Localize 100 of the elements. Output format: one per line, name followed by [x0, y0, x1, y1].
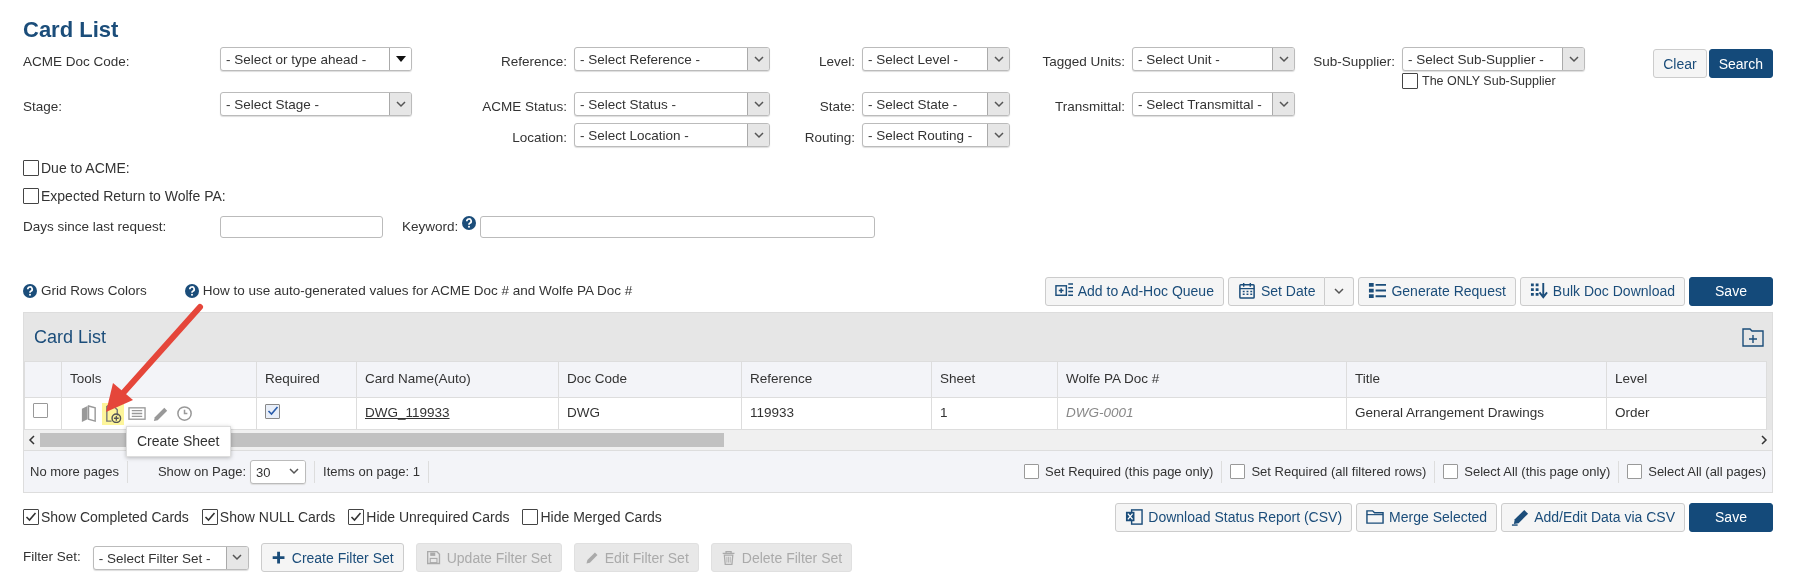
checkbox-label: Show NULL Cards — [219, 507, 336, 527]
dropdown[interactable]: - Select State - — [862, 92, 1010, 116]
filter-label: Reference: — [499, 53, 567, 71]
checkbox-label: Select All (all pages) — [1648, 462, 1766, 481]
row-checkbox[interactable] — [33, 402, 48, 418]
input-field[interactable] — [480, 216, 876, 238]
column-header: Card Name(Auto) — [365, 371, 471, 387]
save-button[interactable]: Save — [1689, 276, 1773, 306]
dropdown[interactable]: - Select Stage - — [220, 92, 412, 116]
table-cell: Order — [1615, 405, 1650, 421]
dropdown[interactable]: - Select or type ahead - — [220, 47, 412, 71]
checkbox[interactable] — [1024, 464, 1039, 479]
checkbox-label: Hide Merged Cards — [540, 507, 662, 527]
page-size-label: Show on Page: — [157, 462, 247, 481]
checkbox-label: Set Required (all filtered rows) — [1251, 462, 1427, 481]
checkbox-label: Expected Return to Wolfe PA: — [41, 186, 226, 206]
chevron-down-icon — [395, 100, 406, 108]
dropdown[interactable]: - Select Transmittal - — [1132, 92, 1295, 116]
toolbar-button[interactable]: Download Status Report (CSV) — [1115, 502, 1353, 532]
clear-button[interactable]: Clear — [1653, 49, 1707, 78]
filter-label: State: — [818, 98, 855, 116]
checkbox[interactable] — [23, 160, 39, 176]
toolbar-button[interactable]: Add/Edit Data via CSV — [1501, 502, 1685, 532]
input-field[interactable] — [220, 216, 383, 238]
pager-status: No more pages — [30, 462, 119, 481]
pencil-icon — [1511, 508, 1530, 526]
page-size-dropdown[interactable]: 30 — [250, 459, 307, 484]
chevron-down-icon — [232, 554, 243, 561]
dropdown[interactable]: - Select Unit - — [1132, 47, 1295, 71]
toolbar-button[interactable]: Add to Ad-Hoc Queue — [1044, 276, 1224, 306]
checkbox[interactable] — [23, 188, 39, 204]
dropdown[interactable]: - Select Level - — [862, 47, 1010, 71]
checkbox-label: Set Required (this page only) — [1045, 462, 1214, 481]
save-button[interactable]: Save — [1689, 502, 1773, 532]
add-folder-icon[interactable] — [1742, 327, 1764, 347]
chevron-down-icon — [289, 468, 300, 475]
column-header: Sheet — [940, 371, 976, 387]
table-cell: DWG-0001 — [1066, 405, 1134, 421]
checkbox[interactable] — [1627, 464, 1643, 479]
dropdown[interactable]: - Select Status - — [574, 92, 770, 116]
help-icon — [184, 284, 199, 298]
checkbox[interactable] — [1443, 464, 1459, 479]
chevron-down-icon — [1278, 55, 1289, 63]
search-button[interactable]: Search — [1708, 49, 1773, 78]
checkbox[interactable] — [265, 403, 280, 419]
checkbox-label: The ONLY Sub-Supplier — [1422, 73, 1556, 90]
chevron-down-icon — [753, 55, 764, 63]
checkbox-label: Select All (this page only) — [1464, 462, 1611, 481]
toolbar-button[interactable]: Merge Selected — [1356, 502, 1498, 532]
list-icon — [1368, 282, 1387, 300]
trash-icon — [720, 549, 737, 566]
dropdown[interactable]: - Select Sub-Supplier - — [1402, 47, 1585, 71]
field-label: Keyword: — [402, 217, 459, 236]
dropdown[interactable]: - Select Routing - — [862, 123, 1010, 147]
filter-label: Tagged Units: — [1041, 53, 1125, 71]
toolbar-button[interactable]: Set Date — [1227, 276, 1326, 306]
column-header: Tools — [70, 371, 102, 387]
table-cell: DWG — [567, 405, 600, 421]
horizontal-scrollbar[interactable] — [24, 430, 1772, 450]
help-icon — [462, 216, 477, 230]
filter-set-label: Filter Set: — [23, 548, 81, 567]
calendar-icon — [1237, 282, 1256, 300]
checkbox[interactable] — [1230, 464, 1246, 479]
column-header: Doc Code — [567, 371, 628, 387]
chevron-down-icon — [753, 131, 764, 139]
items-count: Items on page: 1 — [323, 462, 420, 481]
toolbar-button[interactable]: Generate Request — [1358, 276, 1516, 306]
checkbox[interactable] — [23, 509, 39, 525]
column-header: Title — [1355, 371, 1380, 387]
chevron-down-icon — [1334, 287, 1345, 295]
checkbox[interactable] — [348, 509, 365, 525]
plus-icon — [270, 549, 287, 566]
filter-label: Stage: — [23, 98, 64, 116]
dropdown[interactable]: - Select Reference - — [574, 47, 770, 71]
checkbox[interactable] — [201, 509, 218, 525]
column-header: Level — [1615, 371, 1648, 387]
checkbox[interactable] — [1402, 73, 1418, 90]
checkbox-label: Show Completed Cards — [41, 507, 189, 527]
toolbar-button[interactable]: Bulk Doc Download — [1519, 276, 1685, 306]
checkbox[interactable] — [522, 509, 539, 525]
column-header: Required — [265, 371, 320, 387]
filter-label: Routing: — [803, 129, 855, 147]
filter-label: ACME Status: — [481, 98, 567, 116]
panel-title: Card List — [34, 325, 107, 349]
spreadsheet-icon — [1125, 508, 1144, 526]
help-link[interactable]: Grid Rows Colors — [41, 280, 147, 302]
filter-set-dropdown[interactable]: - Select Filter Set - — [92, 545, 249, 570]
filter-label: Location: — [511, 129, 567, 147]
filter-set-button[interactable]: Create Filter Set — [260, 543, 404, 572]
chevron-down-icon — [1278, 100, 1289, 108]
folder-icon — [1366, 508, 1385, 526]
dropdown-toggle[interactable] — [1325, 276, 1355, 306]
column-header: Reference — [750, 371, 813, 387]
dropdown[interactable]: - Select Location - — [574, 123, 770, 147]
filter-label: Transmittal: — [1054, 98, 1125, 116]
help-icon — [23, 284, 37, 298]
help-link[interactable]: How to use auto-generated values for ACME Doc # and Wolfe PA Doc # — [202, 280, 633, 302]
floppy-icon — [425, 549, 442, 566]
caret-icon — [395, 56, 406, 62]
chevron-down-icon — [993, 55, 1004, 63]
